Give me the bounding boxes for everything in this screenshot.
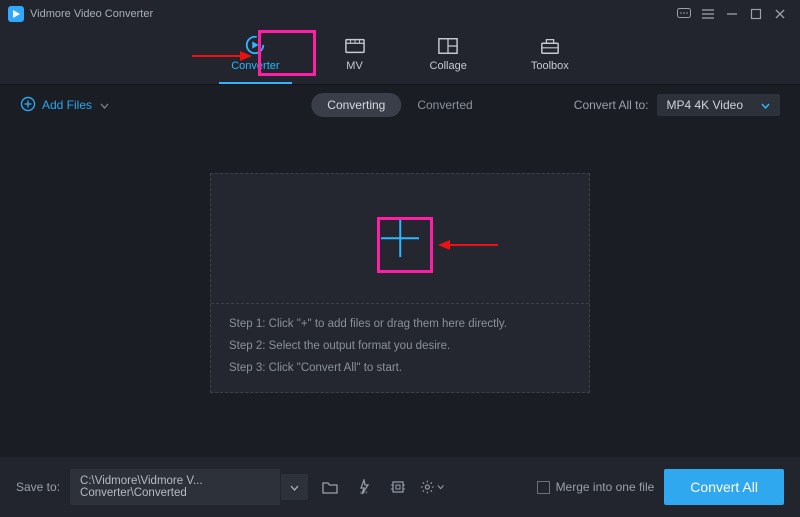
status-tab-converting[interactable]: Converting bbox=[311, 93, 401, 117]
maximize-button[interactable] bbox=[744, 4, 768, 24]
status-tab-converted[interactable]: Converted bbox=[401, 93, 488, 117]
convert-all-button[interactable]: Convert All bbox=[664, 469, 784, 505]
checkbox-icon bbox=[537, 481, 550, 494]
gpu-toggle[interactable] bbox=[386, 475, 410, 499]
output-format-value: MP4 4K Video bbox=[667, 98, 744, 112]
drop-zone[interactable]: Step 1: Click "+" to add files or drag t… bbox=[210, 173, 590, 393]
tab-label: Toolbox bbox=[531, 60, 569, 72]
save-path-field[interactable]: C:\Vidmore\Vidmore V... Converter\Conver… bbox=[70, 469, 280, 505]
instruction-step: Step 2: Select the output format you des… bbox=[229, 340, 571, 352]
save-path-group: C:\Vidmore\Vidmore V... Converter\Conver… bbox=[70, 469, 308, 505]
open-folder-button[interactable] bbox=[318, 475, 342, 499]
svg-text:OFF: OFF bbox=[360, 490, 369, 495]
chevron-down-icon bbox=[100, 98, 109, 112]
convert-all-to: Convert All to: MP4 4K Video bbox=[574, 94, 780, 116]
top-nav: Converter MV Collage Toolbox bbox=[0, 28, 800, 84]
settings-button[interactable] bbox=[420, 475, 444, 499]
title-bar: Vidmore Video Converter bbox=[0, 0, 800, 28]
tab-label: Collage bbox=[430, 60, 467, 72]
merge-checkbox[interactable]: Merge into one file bbox=[537, 480, 655, 494]
collage-icon bbox=[437, 34, 459, 56]
app-logo-icon bbox=[8, 6, 24, 22]
app-title: Vidmore Video Converter bbox=[30, 8, 153, 20]
tab-toolbox[interactable]: Toolbox bbox=[523, 32, 577, 78]
mv-icon bbox=[344, 34, 366, 56]
bottom-bar: Save to: C:\Vidmore\Vidmore V... Convert… bbox=[0, 457, 800, 517]
instruction-step: Step 3: Click "Convert All" to start. bbox=[229, 362, 571, 374]
plus-circle-icon bbox=[20, 96, 36, 115]
main-area: Step 1: Click "+" to add files or drag t… bbox=[0, 118, 800, 447]
output-format-select[interactable]: MP4 4K Video bbox=[657, 94, 781, 116]
minimize-button[interactable] bbox=[720, 4, 744, 24]
tab-label: MV bbox=[346, 60, 363, 72]
tab-converter[interactable]: Converter bbox=[223, 32, 287, 78]
chevron-down-icon bbox=[761, 98, 770, 112]
drop-zone-top bbox=[211, 174, 589, 304]
add-files-label: Add Files bbox=[42, 98, 92, 112]
feedback-icon[interactable] bbox=[672, 4, 696, 24]
add-files-button[interactable]: Add Files bbox=[20, 96, 109, 115]
save-path-dropdown[interactable] bbox=[280, 474, 308, 500]
save-to-label: Save to: bbox=[16, 480, 60, 494]
merge-label: Merge into one file bbox=[556, 480, 655, 494]
high-speed-toggle[interactable]: OFF bbox=[352, 475, 376, 499]
status-tabs: Converting Converted bbox=[311, 93, 488, 117]
add-files-plus-icon[interactable] bbox=[379, 217, 421, 259]
tab-collage[interactable]: Collage bbox=[422, 32, 475, 78]
instructions: Step 1: Click "+" to add files or drag t… bbox=[211, 304, 589, 392]
tab-label: Converter bbox=[231, 60, 279, 72]
tab-mv[interactable]: MV bbox=[336, 32, 374, 78]
menu-icon[interactable] bbox=[696, 4, 720, 24]
toolbox-icon bbox=[539, 34, 561, 56]
convert-all-to-label: Convert All to: bbox=[574, 98, 649, 112]
close-button[interactable] bbox=[768, 4, 792, 24]
instruction-step: Step 1: Click "+" to add files or drag t… bbox=[229, 318, 571, 330]
converter-icon bbox=[244, 34, 266, 56]
